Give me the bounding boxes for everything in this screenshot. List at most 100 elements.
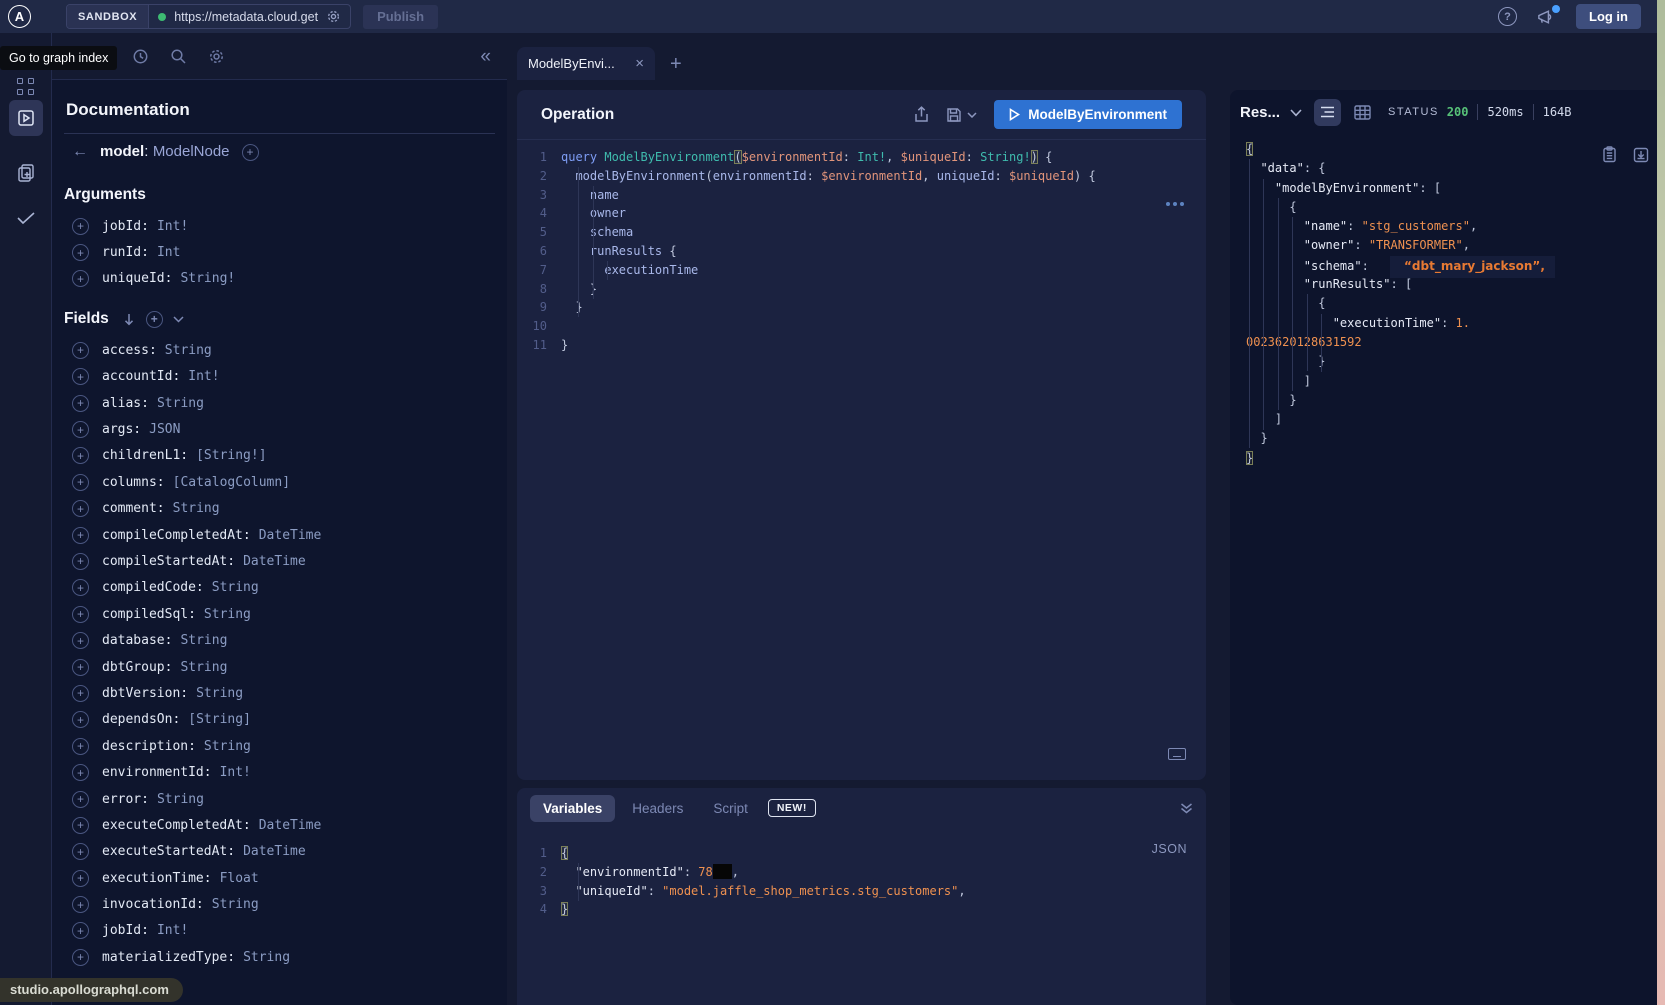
tab-variables[interactable]: Variables — [530, 795, 615, 822]
graph-index-icon[interactable] — [17, 78, 35, 96]
add-field-button[interactable]: + — [72, 474, 89, 491]
help-icon[interactable]: ? — [1498, 7, 1517, 26]
field-type-link[interactable]: Int! — [157, 219, 188, 234]
apollo-logo[interactable]: A — [8, 5, 31, 28]
save-operation-icon[interactable] — [946, 107, 962, 123]
code-line: 1query ModelByEnvironment($environmentId… — [517, 148, 1206, 167]
add-field-button[interactable]: + — [72, 870, 89, 887]
tab-script[interactable]: Script — [700, 801, 761, 816]
field-type-link[interactable]: String — [204, 607, 251, 622]
operation-collections-icon[interactable] — [15, 162, 37, 184]
operation-actions: ModelByEnvironment — [914, 100, 1182, 129]
field-type-link[interactable]: String — [212, 580, 259, 595]
field-type-link[interactable]: String — [243, 950, 290, 965]
connection-settings-gear-icon[interactable] — [326, 9, 341, 24]
add-field-button[interactable]: + — [72, 218, 89, 235]
operation-tab[interactable]: ModelByEnvi... × — [517, 47, 655, 80]
add-field-button[interactable]: + — [72, 270, 89, 287]
collapse-docs-icon[interactable]: « — [480, 47, 491, 66]
checklist-icon[interactable] — [15, 210, 37, 226]
settings-gear-icon[interactable] — [208, 48, 225, 65]
announcements-megaphone-icon[interactable] — [1536, 8, 1557, 26]
add-field-button[interactable]: + — [72, 244, 89, 261]
field-row: +materializedType:String — [64, 944, 491, 970]
add-field-button[interactable]: + — [72, 685, 89, 702]
add-field-button[interactable]: + — [72, 368, 89, 385]
collapse-variables-icon[interactable] — [1180, 803, 1193, 814]
login-button[interactable]: Log in — [1576, 4, 1641, 29]
sandbox-badge[interactable]: SANDBOX — [67, 5, 149, 28]
field-type-link[interactable]: Int — [157, 245, 180, 260]
add-field-button[interactable]: + — [72, 527, 89, 544]
response-tree-view-toggle[interactable] — [1314, 99, 1341, 126]
operation-editor[interactable]: 1query ModelByEnvironment($environmentId… — [517, 140, 1206, 780]
field-type-link[interactable]: String! — [180, 271, 235, 286]
download-response-icon[interactable] — [1633, 146, 1649, 163]
variables-editor[interactable]: JSON 1{2 "environmentId": 78,3 "uniqueId… — [517, 828, 1206, 919]
copy-response-icon[interactable] — [1602, 146, 1617, 163]
new-tab-button[interactable]: + — [670, 54, 682, 74]
field-type-link[interactable]: DateTime — [243, 844, 306, 859]
sort-fields-icon[interactable] — [122, 312, 136, 327]
add-field-button[interactable]: + — [72, 949, 89, 966]
run-operation-button[interactable]: ModelByEnvironment — [994, 100, 1182, 129]
add-field-button[interactable]: + — [72, 342, 89, 359]
publish-button[interactable]: Publish — [363, 5, 438, 29]
add-model-field-button[interactable]: + — [242, 144, 259, 161]
field-type-link[interactable]: DateTime — [243, 554, 306, 569]
field-type-link[interactable]: [String!] — [196, 448, 266, 463]
field-type-link[interactable]: String — [180, 660, 227, 675]
response-table-view-toggle[interactable] — [1354, 105, 1371, 120]
field-type-link[interactable]: DateTime — [259, 818, 322, 833]
add-field-button[interactable]: + — [72, 659, 89, 676]
add-field-button[interactable]: + — [72, 764, 89, 781]
search-icon[interactable] — [170, 48, 187, 65]
share-operation-icon[interactable] — [914, 106, 929, 123]
add-field-button[interactable]: + — [72, 738, 89, 755]
add-field-button[interactable]: + — [72, 791, 89, 808]
add-all-fields-button[interactable]: + — [146, 311, 163, 328]
field-type-link[interactable]: Int! — [220, 765, 251, 780]
field-type-link[interactable]: [String] — [188, 712, 251, 727]
field-type-link[interactable]: String — [173, 501, 220, 516]
add-field-button[interactable]: + — [72, 395, 89, 412]
keyboard-shortcuts-icon[interactable] — [1168, 748, 1186, 760]
response-chevron-down-icon[interactable] — [1290, 109, 1302, 117]
add-field-button[interactable]: + — [72, 606, 89, 623]
field-type-link[interactable]: String — [180, 633, 227, 648]
add-field-button[interactable]: + — [72, 447, 89, 464]
add-field-button[interactable]: + — [72, 500, 89, 517]
add-field-button[interactable]: + — [72, 579, 89, 596]
save-caret-icon[interactable] — [967, 112, 977, 118]
endpoint-url-input[interactable]: https://metadata.cloud.get — [149, 5, 350, 28]
explorer-nav-item[interactable] — [9, 100, 43, 136]
add-field-button[interactable]: + — [72, 421, 89, 438]
tab-headers[interactable]: Headers — [619, 801, 696, 816]
add-field-button[interactable]: + — [72, 711, 89, 728]
field-type-link[interactable]: Float — [220, 871, 259, 886]
field-type-link[interactable]: String — [157, 396, 204, 411]
field-type-link[interactable]: [CatalogColumn] — [173, 475, 290, 490]
field-type-link[interactable]: String — [165, 343, 212, 358]
field-type-link[interactable]: String — [196, 686, 243, 701]
field-type-link[interactable]: ModelNode — [153, 143, 230, 160]
add-field-button[interactable]: + — [72, 632, 89, 649]
field-type-link[interactable]: String — [204, 739, 251, 754]
field-type-link[interactable]: Int! — [157, 923, 188, 938]
field-type-link[interactable]: JSON — [149, 422, 180, 437]
back-arrow-icon[interactable]: ← — [72, 143, 88, 161]
field-type-link[interactable]: DateTime — [259, 528, 322, 543]
add-field-button[interactable]: + — [72, 922, 89, 939]
add-field-button[interactable]: + — [72, 553, 89, 570]
add-field-button[interactable]: + — [72, 896, 89, 913]
add-field-button[interactable]: + — [72, 843, 89, 860]
close-tab-icon[interactable]: × — [635, 56, 644, 71]
history-icon[interactable] — [132, 48, 149, 65]
field-type-link[interactable]: String — [212, 897, 259, 912]
add-field-button[interactable]: + — [72, 817, 89, 834]
operation-more-menu-icon[interactable] — [1166, 202, 1184, 206]
add-fields-caret-icon[interactable] — [173, 316, 184, 323]
field-type-link[interactable]: Int! — [188, 369, 219, 384]
field-type-link[interactable]: String — [157, 792, 204, 807]
line-number: 6 — [517, 242, 561, 261]
